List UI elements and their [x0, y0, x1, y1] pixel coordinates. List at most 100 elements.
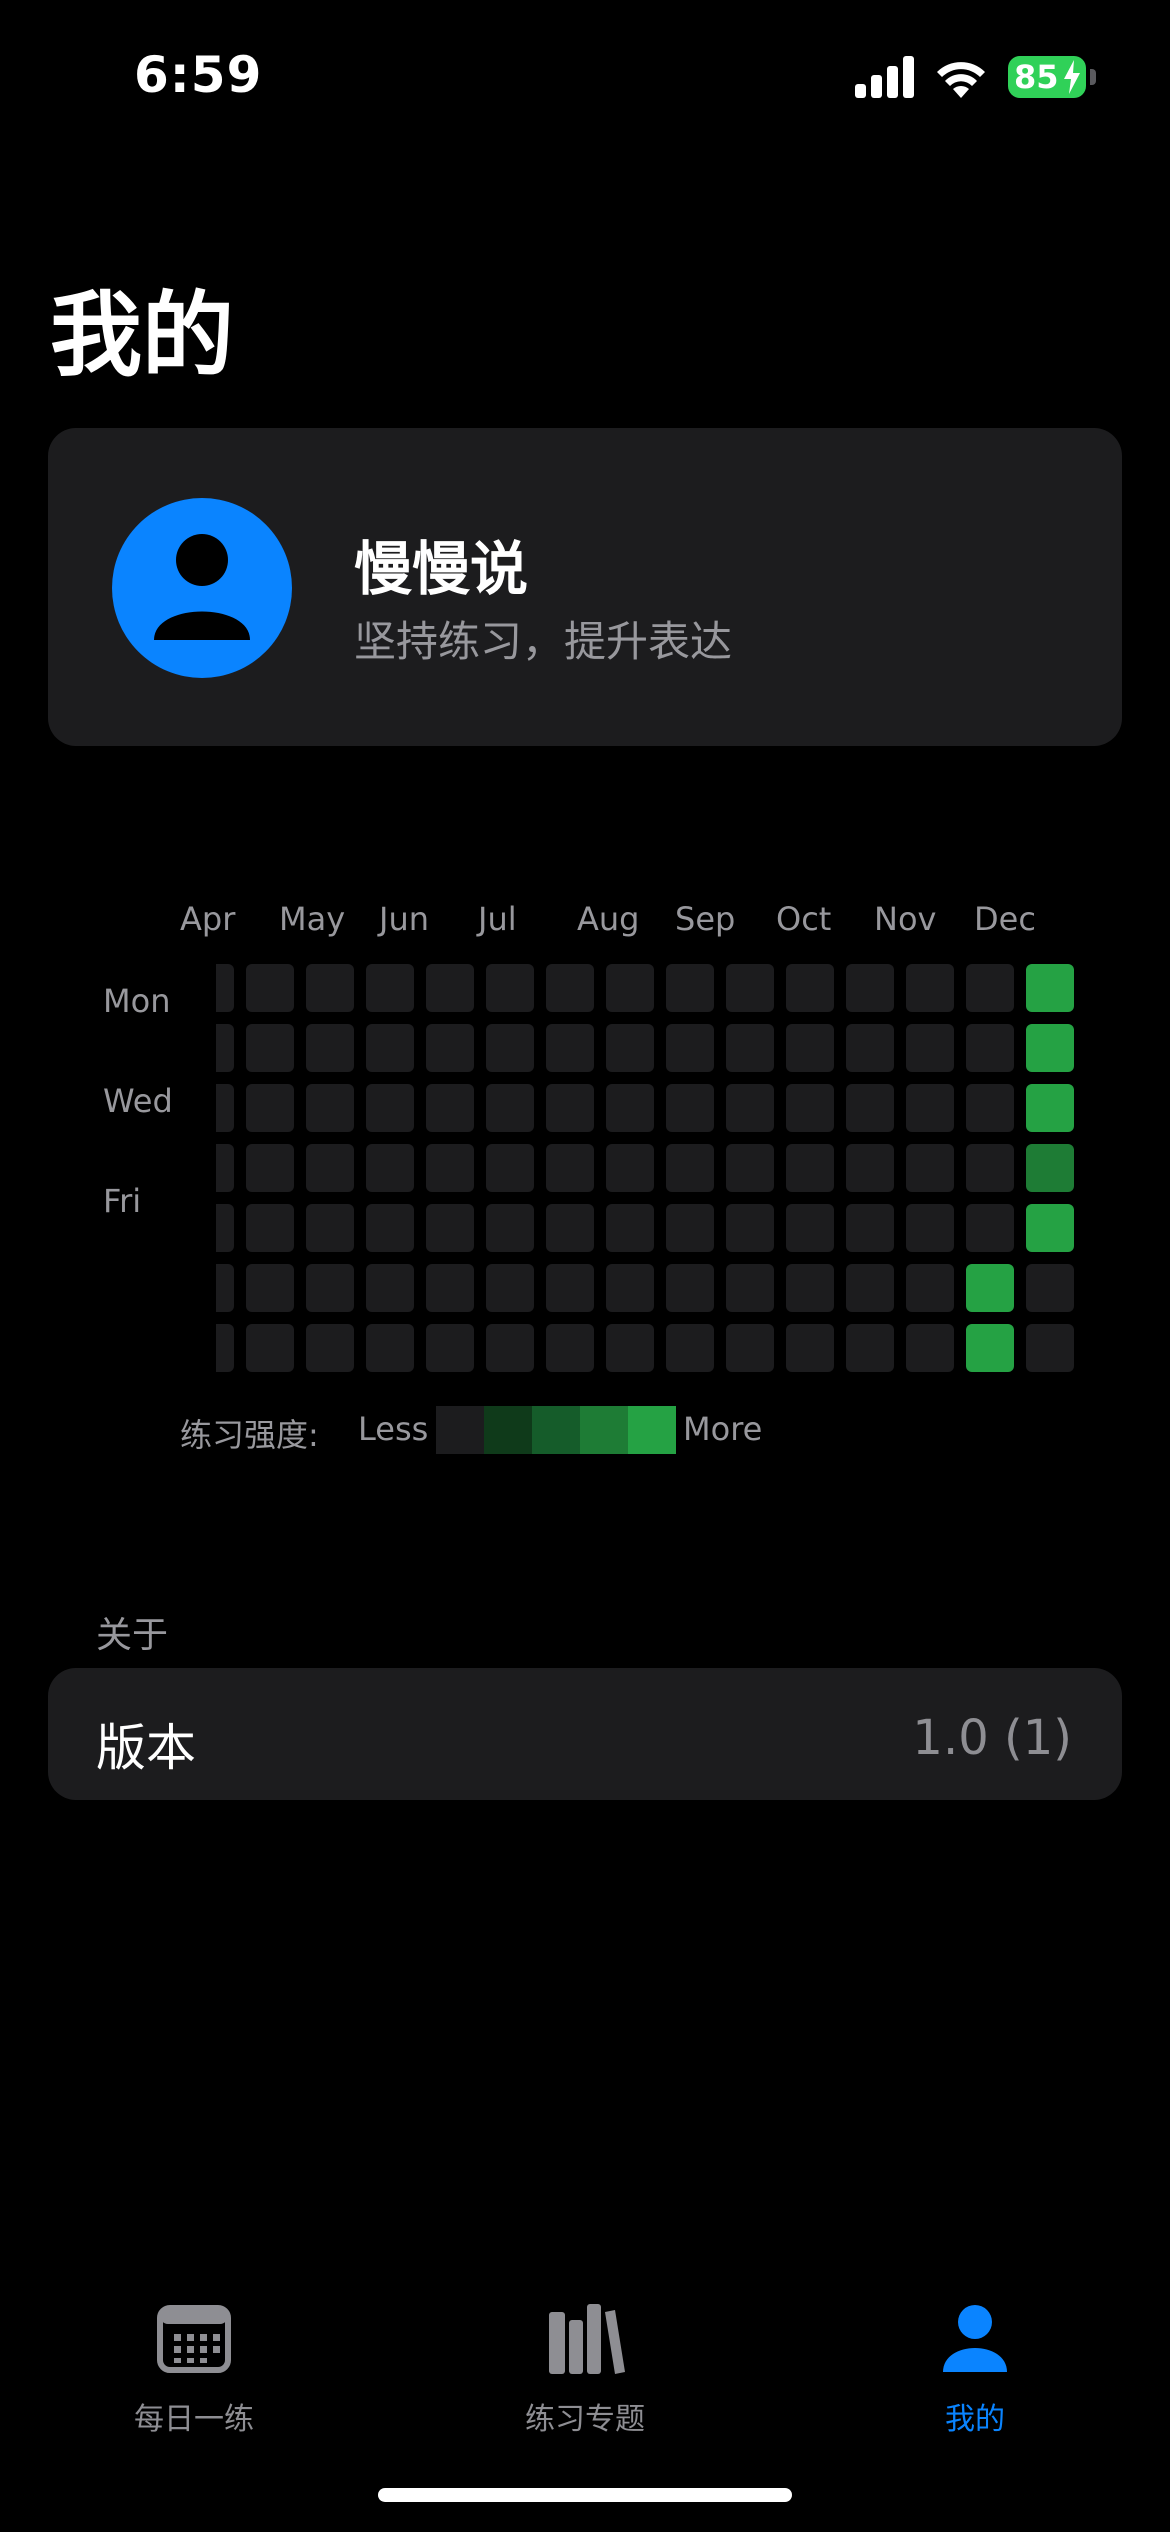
status-time: 6:59 [134, 46, 263, 104]
heatmap-cell [846, 964, 894, 1012]
heatmap-cell [366, 1324, 414, 1372]
heatmap-cell [366, 1144, 414, 1192]
heatmap-cell [546, 1324, 594, 1372]
version-value: 1.0 (1) [912, 1710, 1072, 1766]
heatmap-cell [606, 964, 654, 1012]
profile-card[interactable]: 慢慢说 坚持练习，提升表达 [48, 428, 1122, 746]
month-label: Jun [379, 900, 429, 938]
month-label: Dec [974, 900, 1036, 938]
heatmap-cell [246, 1144, 294, 1192]
heatmap-cell [546, 1024, 594, 1072]
heatmap-cell [246, 1204, 294, 1252]
heatmap-cell [486, 964, 534, 1012]
heatmap-cell [1026, 1144, 1074, 1192]
heatmap-cell [486, 1204, 534, 1252]
version-label: 版本 [96, 1719, 196, 1777]
heatmap-cell [906, 964, 954, 1012]
heatmap-cell [426, 964, 474, 1012]
heatmap-cell [246, 1324, 294, 1372]
heatmap-cell-partial [216, 1144, 234, 1192]
heatmap-cell [666, 1084, 714, 1132]
heatmap-cell [906, 1264, 954, 1312]
heatmap-cell-partial [216, 1324, 234, 1372]
heatmap-cell [606, 1084, 654, 1132]
tab-label-daily: 每日一练 [134, 2402, 254, 2437]
heatmap-cell [366, 1084, 414, 1132]
legend-swatch [532, 1406, 580, 1454]
heatmap-cell [906, 1144, 954, 1192]
day-label: Fri [103, 1182, 142, 1220]
month-label: Nov [874, 900, 937, 938]
heatmap-cell [726, 1324, 774, 1372]
heatmap-cell [906, 1084, 954, 1132]
heatmap-cell [606, 1144, 654, 1192]
heatmap-cell [246, 1024, 294, 1072]
heatmap-cell [426, 1144, 474, 1192]
heatmap-cell [846, 1264, 894, 1312]
screen: 6:59 85 我的 慢慢说 坚持练习，提升表达 Apr May Jun Jul… [0, 0, 1170, 2532]
heatmap-cell [246, 1264, 294, 1312]
heatmap-cell [966, 1144, 1014, 1192]
heatmap-cell [666, 964, 714, 1012]
profile-subtitle: 坚持练习，提升表达 [354, 617, 733, 666]
heatmap-cell [306, 1144, 354, 1192]
day-label: Wed [103, 1082, 173, 1120]
heatmap-cell [546, 1144, 594, 1192]
heatmap-cell [666, 1324, 714, 1372]
heatmap-cell [726, 1204, 774, 1252]
heatmap-cell [666, 1204, 714, 1252]
heatmap-cell [486, 1144, 534, 1192]
heatmap-cell-partial [216, 1204, 234, 1252]
heatmap-cell [906, 1204, 954, 1252]
status-bar: 6:59 85 [0, 0, 1170, 150]
person-icon [943, 2305, 1007, 2372]
heatmap-cell [1026, 1084, 1074, 1132]
heatmap-cell [426, 1024, 474, 1072]
practice-heatmap: Apr May Jun Jul Aug Sep Oct Nov Dec Mon Wed Fri 练习… [0, 880, 1170, 1480]
heatmap-cell [1026, 1264, 1074, 1312]
heatmap-cell [606, 1204, 654, 1252]
tab-me[interactable]: 我的 [855, 2298, 1095, 2458]
heatmap-cell [846, 1204, 894, 1252]
heatmap-cell [606, 1024, 654, 1072]
month-label: Oct [776, 900, 832, 938]
heatmap-cell-partial [216, 964, 234, 1012]
month-label: Jul [478, 900, 517, 938]
heatmap-cell [846, 1084, 894, 1132]
profile-name: 慢慢说 [354, 535, 529, 603]
home-indicator[interactable] [378, 2488, 792, 2502]
heatmap-cell [726, 1264, 774, 1312]
avatar [112, 498, 292, 678]
legend-swatch [484, 1406, 532, 1454]
heatmap-cell [306, 964, 354, 1012]
heatmap-cell [786, 1324, 834, 1372]
heatmap-cell [786, 1084, 834, 1132]
heatmap-cell [966, 1264, 1014, 1312]
heatmap-cell [966, 1324, 1014, 1372]
heatmap-cell-partial [216, 1084, 234, 1132]
tab-practice-topics[interactable]: 练习专题 [465, 2298, 705, 2458]
heatmap-cell [786, 1024, 834, 1072]
heatmap-cell [306, 1084, 354, 1132]
heatmap-cell [546, 1204, 594, 1252]
heatmap-cell [606, 1324, 654, 1372]
heatmap-cell [486, 1264, 534, 1312]
heatmap-cell [546, 964, 594, 1012]
heatmap-cell [1026, 1024, 1074, 1072]
heatmap-cell [846, 1144, 894, 1192]
heatmap-cell [306, 1204, 354, 1252]
heatmap-cell [426, 1204, 474, 1252]
heatmap-cell [726, 1144, 774, 1192]
legend-swatch [436, 1406, 484, 1454]
heatmap-cell [726, 964, 774, 1012]
heatmap-cell [366, 1264, 414, 1312]
person-icon [154, 534, 250, 640]
tab-daily-practice[interactable]: 每日一练 [74, 2298, 314, 2458]
heatmap-cell [966, 1024, 1014, 1072]
heatmap-cell [786, 1204, 834, 1252]
legend-swatch [580, 1406, 628, 1454]
month-label: Aug [577, 900, 640, 938]
heatmap-cell [606, 1264, 654, 1312]
battery-cap [1090, 69, 1096, 85]
heatmap-cell [366, 1204, 414, 1252]
